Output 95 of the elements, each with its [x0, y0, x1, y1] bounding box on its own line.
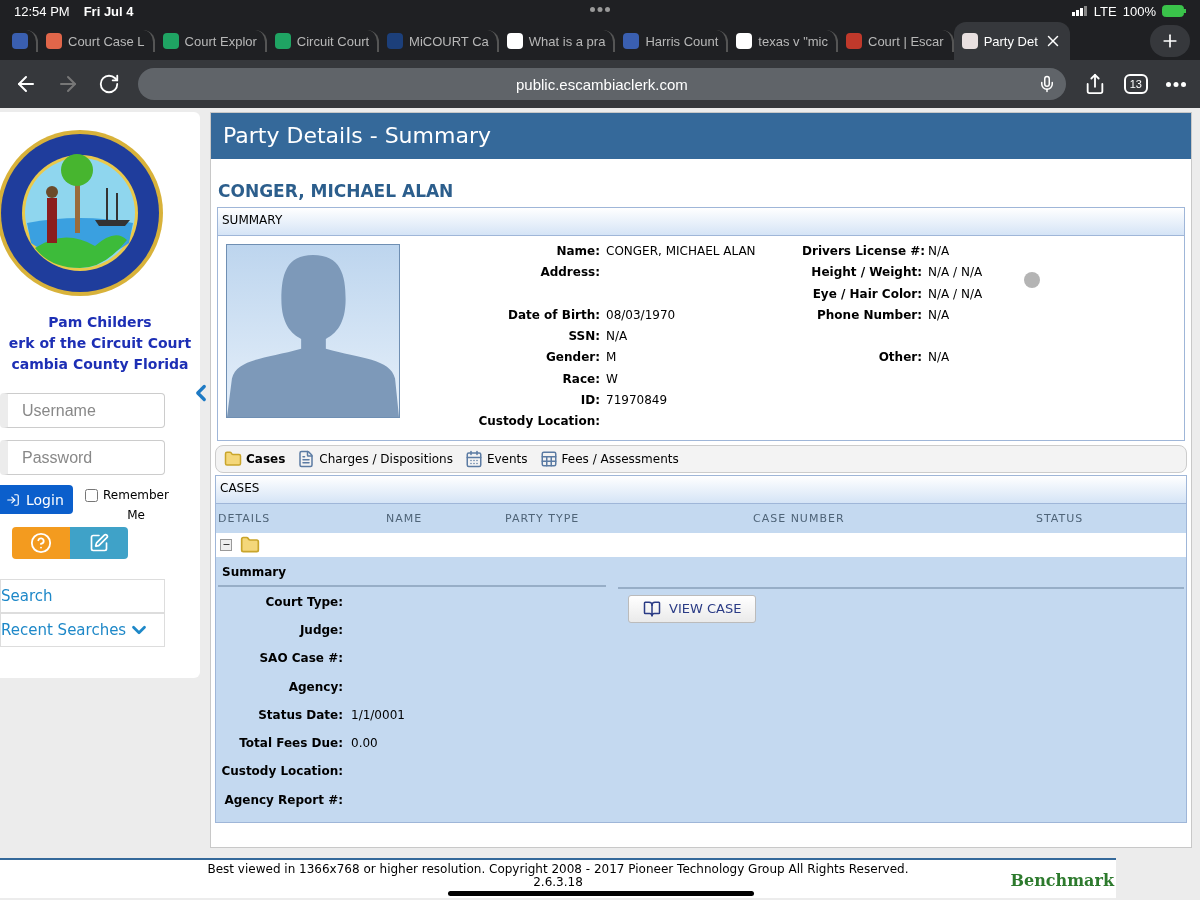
- field-value: 08/03/1970: [606, 307, 676, 322]
- login-button[interactable]: Login: [0, 485, 73, 514]
- view-case-button[interactable]: VIEW CASE: [628, 594, 757, 623]
- browser-tab[interactable]: texas v "mic: [728, 30, 838, 52]
- collapse-icon[interactable]: [220, 538, 232, 551]
- field-label: SSN:: [568, 329, 600, 344]
- column-header: NAME: [386, 511, 424, 525]
- browser-tab[interactable]: Court | Escar: [838, 30, 954, 52]
- field-label: Drivers License #:: [802, 244, 926, 258]
- clerk-title: Pam Childers: [47, 313, 153, 332]
- more-icon: [590, 7, 610, 12]
- column-header: CASE NUMBER: [753, 511, 846, 525]
- detail-heading: Summary: [218, 556, 606, 587]
- edit-icon: [89, 533, 109, 553]
- field-label: SAO Case #:: [258, 651, 343, 668]
- party-name: CONGER, MICHAEL ALAN: [218, 181, 455, 201]
- field-label: Gender:: [546, 350, 600, 365]
- tab-icon: [297, 449, 316, 468]
- clerk-title: erk of the Circuit Court: [8, 334, 192, 353]
- edit-button[interactable]: [70, 527, 128, 559]
- field-label: Total Fees Due:: [238, 736, 343, 753]
- field-label: ID:: [580, 393, 600, 408]
- field-label: Date of Birth:: [508, 307, 600, 322]
- field-label: Court Type:: [264, 594, 343, 611]
- version-text: 2.6.3.18: [533, 875, 583, 889]
- field-label: Custody Location:: [478, 414, 600, 429]
- clerk-title: cambia County Florida: [10, 355, 190, 374]
- tab-icon: [464, 449, 483, 468]
- field-label: Agency:: [287, 679, 343, 696]
- tab-icon: [224, 449, 242, 468]
- field-value: CONGER, MICHAEL ALAN: [606, 244, 756, 258]
- field-value: 0.00: [351, 736, 378, 751]
- remember-label: Remember Me: [102, 487, 170, 524]
- page-header: Party Details - Summary: [211, 113, 1191, 159]
- signal-icon: [1071, 6, 1088, 16]
- field-label: Address:: [540, 265, 600, 280]
- field-label: Custody Location:: [220, 764, 343, 781]
- battery-icon: [1162, 5, 1186, 17]
- address-bar[interactable]: public.escambiaclerk.com: [138, 68, 1066, 100]
- field-value: N/A: [606, 329, 628, 344]
- tab-icon: [539, 449, 558, 468]
- status-date: Fri Jul 4: [83, 3, 134, 19]
- field-value: N/A: [928, 350, 950, 365]
- battery-label: 100%: [1122, 3, 1156, 19]
- browser-tab[interactable]: MiCOURT Ca: [379, 30, 499, 52]
- field-label: Agency Report #:: [223, 792, 343, 809]
- field-value: N/A / N/A: [928, 286, 983, 301]
- new-tab-button[interactable]: [1150, 25, 1190, 57]
- field-label: Height / Weight:: [811, 265, 922, 280]
- section-tab[interactable]: Events: [464, 449, 528, 468]
- field-label: Eye / Hair Color:: [812, 286, 922, 301]
- field-label: Other:: [878, 350, 922, 365]
- folder-icon: [240, 534, 260, 555]
- browser-tab[interactable]: Court Case L: [38, 30, 155, 52]
- book-icon: [643, 599, 661, 618]
- password-field[interactable]: Password: [0, 440, 165, 475]
- section-header: SUMMARY: [218, 208, 1184, 236]
- browser-tab[interactable]: Harris Count: [615, 30, 729, 52]
- more-icon[interactable]: [1166, 81, 1186, 87]
- sidebar-link[interactable]: Search: [0, 579, 165, 613]
- field-label: Race:: [562, 371, 600, 386]
- reload-icon[interactable]: [98, 73, 120, 95]
- remember-checkbox[interactable]: [85, 489, 98, 502]
- field-value: 1/1/0001: [351, 707, 405, 722]
- field-label: Phone Number:: [817, 307, 922, 322]
- tab-count[interactable]: 13: [1123, 74, 1148, 94]
- login-icon: [6, 492, 20, 507]
- section-tab[interactable]: Fees / Assessments: [539, 449, 679, 468]
- section-tab[interactable]: Charges / Dispositions: [297, 449, 453, 468]
- field-value: N/A / N/A: [928, 265, 983, 280]
- column-header: DETAILS: [218, 511, 272, 525]
- sidebar-link[interactable]: Recent Searches: [0, 613, 165, 647]
- field-label: Judge:: [298, 622, 343, 639]
- field-value: M: [606, 350, 617, 365]
- browser-tab[interactable]: What is a pra: [498, 30, 616, 52]
- section-tab[interactable]: Cases: [224, 449, 286, 468]
- field-label: Status Date:: [257, 707, 343, 724]
- browser-tab[interactable]: Party Det: [953, 22, 1070, 60]
- field-value: 71970849: [606, 393, 668, 408]
- field-value: N/A: [928, 244, 950, 258]
- field-value: W: [606, 371, 618, 386]
- column-header: STATUS: [1036, 511, 1085, 525]
- touch-indicator: [1024, 272, 1040, 288]
- section-header: CASES: [216, 475, 1186, 504]
- help-icon: [30, 532, 52, 554]
- copyright-text: Best viewed in 1366x768 or higher resolution. Copyright 2008 - 2017 Pioneer Technology Group All Rights Reserved.: [206, 863, 910, 876]
- status-time: 12:54 PM: [14, 3, 70, 19]
- browser-tab[interactable]: Court Explor: [154, 30, 267, 52]
- column-header: PARTY TYPE: [505, 511, 581, 525]
- field-value: N/A: [928, 307, 950, 322]
- browser-tab[interactable]: Circuit Court: [266, 30, 380, 52]
- username-field[interactable]: Username: [0, 393, 165, 428]
- benchmark-logo: Benchmark: [1010, 874, 1114, 887]
- field-label: Name:: [556, 244, 600, 258]
- network-label: LTE: [1093, 3, 1117, 19]
